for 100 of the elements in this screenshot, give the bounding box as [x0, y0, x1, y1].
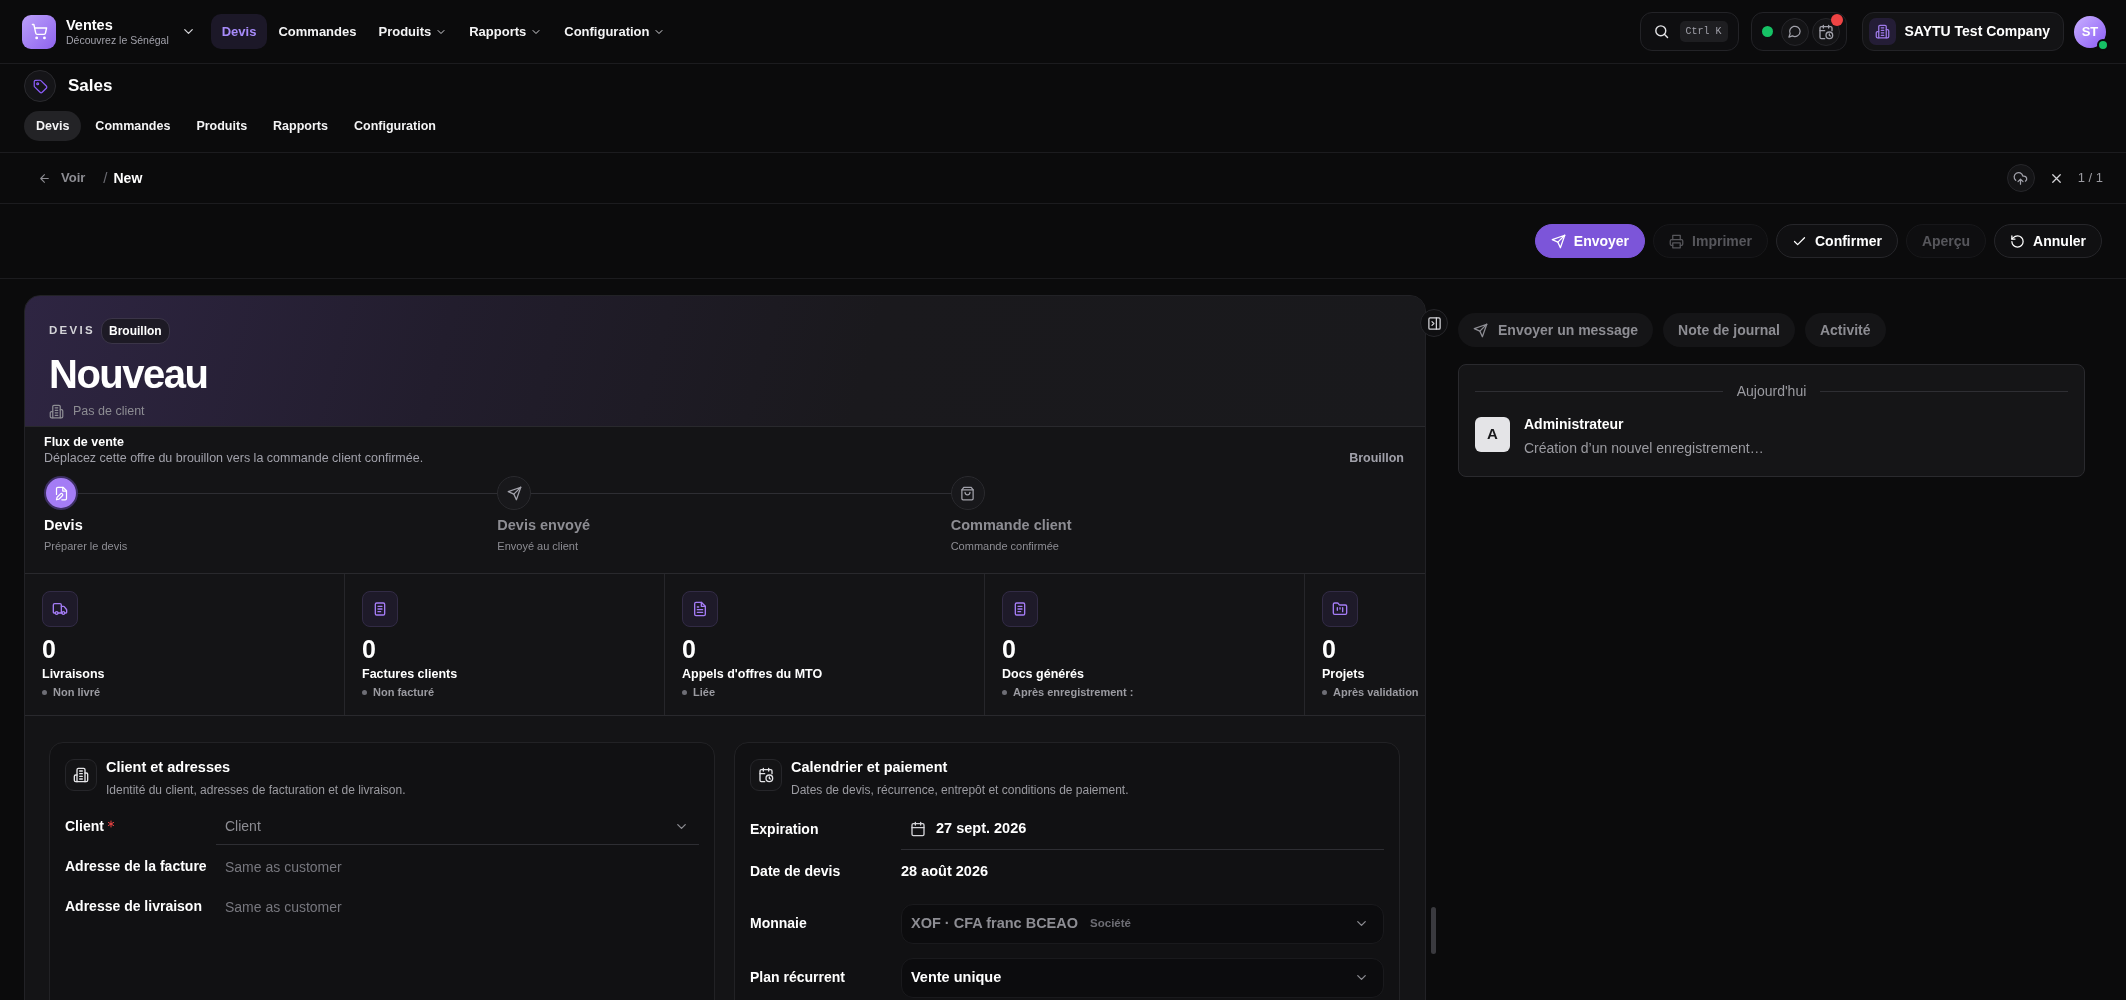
- bullet-icon: [42, 689, 47, 695]
- stat-value: 0: [1322, 636, 1337, 664]
- field-label: Plan récurrent: [750, 968, 845, 988]
- menu-item[interactable]: Configuration: [553, 14, 677, 49]
- step-caption: Envoyé au client: [497, 539, 580, 555]
- send-icon: [1473, 322, 1488, 338]
- bullet-icon: [362, 689, 367, 695]
- stat-value: 0: [682, 636, 697, 664]
- stat-label: Docs générés: [1002, 665, 1085, 682]
- cloud-upload-icon: [2013, 170, 2029, 186]
- building-icon: [49, 403, 64, 419]
- send-message-button[interactable]: Envoyer un message: [1458, 313, 1654, 347]
- search-button[interactable]: Ctrl K: [1639, 12, 1739, 51]
- address-field[interactable]: Same as customer: [216, 888, 699, 925]
- stat-label: Appels d'offres du MTO: [682, 665, 824, 682]
- stat-value: 0: [42, 636, 57, 664]
- select-tag: Société: [1090, 915, 1131, 933]
- field-label: Expiration: [750, 819, 819, 839]
- stat-label: Livraisons: [42, 665, 106, 682]
- step-caption: Commande confirmée: [950, 539, 1060, 555]
- confirm-button[interactable]: Confirmer: [1775, 224, 1898, 258]
- tab[interactable]: Configuration: [341, 111, 448, 141]
- stat-note: Après validation: [1333, 684, 1419, 700]
- truck-icon: [42, 591, 78, 627]
- tab[interactable]: Rapports: [261, 111, 340, 141]
- upload-button[interactable]: [2006, 164, 2035, 192]
- field-label: Adresse de livraison: [65, 897, 202, 917]
- back-link[interactable]: Voir: [38, 168, 86, 188]
- stat-note: Non facturé: [373, 684, 435, 700]
- document-icon: [362, 591, 398, 627]
- step-caption: Préparer le devis: [44, 539, 129, 555]
- bullet-icon: [1002, 689, 1007, 695]
- activity-button[interactable]: [1811, 17, 1840, 46]
- calendar-icon: [910, 820, 926, 837]
- menu-item[interactable]: Produits: [367, 14, 459, 49]
- stat-value: 0: [362, 636, 377, 664]
- section-description: Déplacez cette offre du brouillon vers la commande client confirmée.: [44, 450, 424, 467]
- panel-icon: [1426, 315, 1442, 331]
- stat-label: Factures clients: [362, 665, 459, 682]
- app-title: Ventes: [66, 16, 114, 34]
- panel-toggle-button[interactable]: [1420, 309, 1448, 337]
- select-field[interactable]: Vente unique: [901, 957, 1384, 998]
- date-field[interactable]: 27 sept. 2026: [901, 808, 1384, 850]
- pager-text: 1 / 1: [2077, 169, 2103, 188]
- stat-note: Liée: [693, 684, 715, 700]
- flow-status: Brouillon: [1349, 450, 1404, 467]
- file-text-icon: [682, 591, 718, 627]
- section-title: Flux de vente: [44, 435, 125, 451]
- company-switcher[interactable]: SAYTU Test Company: [1861, 12, 2064, 51]
- building-icon: [1868, 18, 1896, 45]
- stat-note: Non livré: [53, 684, 101, 700]
- document-icon: [1002, 591, 1038, 627]
- record-title: Nouveau: [49, 351, 209, 397]
- menu-item[interactable]: Devis: [210, 14, 268, 49]
- cart-icon: [22, 14, 56, 49]
- section-title: Client et adresses: [106, 758, 232, 777]
- log-note-button[interactable]: Note de journal: [1663, 313, 1795, 347]
- undo-icon: [2010, 233, 2026, 249]
- send-button[interactable]: Envoyer: [1534, 224, 1646, 258]
- date-divider: Aujourd'hui: [1735, 382, 1808, 401]
- field-label: Client: [65, 817, 104, 837]
- status-badge: Brouillon: [101, 318, 170, 344]
- stat-value: 0: [1002, 636, 1017, 664]
- field-label: Date de devis: [750, 862, 841, 882]
- folder-icon: [1322, 591, 1358, 627]
- message-text: Création d’un nouvel enregistrement…: [1524, 439, 1764, 458]
- calendar-clock-icon: [1817, 23, 1834, 40]
- customer-text: Pas de client: [73, 403, 145, 420]
- field-label: Monnaie: [750, 914, 807, 934]
- menu-item[interactable]: Rapports: [458, 14, 554, 49]
- author-avatar: A: [1475, 417, 1510, 452]
- tab[interactable]: Devis: [24, 111, 82, 141]
- app-subtitle: Découvrez le Sénégal: [66, 33, 169, 47]
- tab[interactable]: Produits: [184, 111, 260, 141]
- tag-icon: [24, 70, 56, 102]
- arrow-left-icon: [38, 171, 51, 185]
- stat-label: Projets: [1322, 665, 1366, 682]
- send-icon: [1550, 233, 1566, 249]
- stat-note: Après enregistrement :: [1013, 684, 1134, 700]
- section-title: Calendrier et paiement: [791, 758, 949, 777]
- printer-icon: [1669, 233, 1685, 249]
- chat-icon: [1787, 24, 1802, 39]
- section-description: Dates de devis, récurrence, entrepôt et conditions de paiement.: [791, 781, 1129, 799]
- search-icon: [1652, 23, 1670, 40]
- cancel-button[interactable]: Annuler: [1994, 224, 2102, 258]
- menu-item[interactable]: Commandes: [267, 14, 368, 49]
- calendar-clock-icon: [750, 759, 782, 791]
- select-field[interactable]: Client: [216, 808, 699, 845]
- breadcrumb-separator: /: [103, 167, 108, 188]
- field-label: Adresse de la facture: [65, 857, 207, 877]
- address-field[interactable]: Same as customer: [216, 848, 699, 885]
- building-icon: [65, 759, 97, 791]
- tab[interactable]: Commandes: [83, 111, 183, 141]
- step-label: Devis envoyé: [497, 516, 592, 536]
- chat-button[interactable]: [1780, 17, 1809, 46]
- module-title: Sales: [68, 75, 113, 98]
- author-name: Administrateur: [1524, 415, 1625, 434]
- bullet-icon: [682, 689, 687, 695]
- activity-button[interactable]: Activité: [1804, 313, 1886, 347]
- resize-handle[interactable]: [1431, 907, 1436, 954]
